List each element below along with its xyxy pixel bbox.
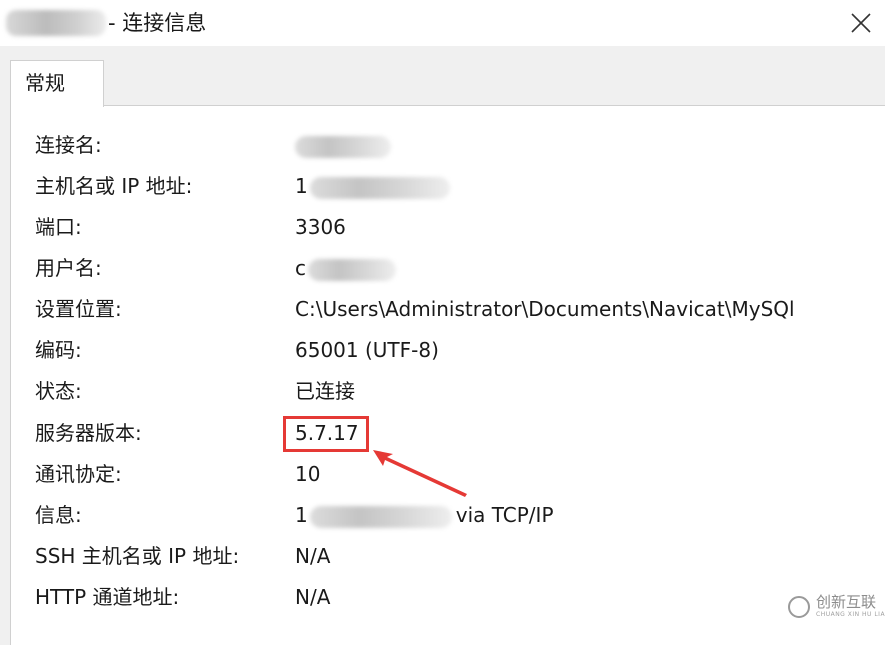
- redacted-value: [309, 176, 450, 199]
- ssh-host-value: N/A: [295, 544, 331, 568]
- row-ssh-host: SSH 主机名或 IP 地址: N/A: [11, 541, 885, 571]
- http-tunnel-value: N/A: [295, 585, 331, 609]
- tab-strip: 常规: [0, 46, 885, 107]
- username-label: 用户名:: [35, 256, 102, 280]
- status-value: 已连接: [295, 379, 355, 403]
- info-value: 1 via TCP/IP: [295, 503, 554, 528]
- redacted-value: [309, 505, 452, 528]
- redacted-connection-name: [6, 10, 106, 36]
- connection-name-value: [295, 130, 391, 160]
- encoding-label: 编码:: [35, 338, 82, 362]
- ssh-host-label: SSH 主机名或 IP 地址:: [35, 544, 240, 568]
- close-icon: [851, 13, 871, 33]
- username-value: c: [295, 253, 396, 283]
- row-info: 信息: 1 via TCP/IP: [11, 500, 885, 530]
- settings-location-value: C:\Users\Administrator\Documents\Navicat…: [295, 297, 795, 321]
- title-bar: - 连接信息: [0, 0, 885, 46]
- http-tunnel-label: HTTP 通道地址:: [35, 585, 180, 609]
- encoding-value: 65001 (UTF-8): [295, 338, 439, 362]
- close-button[interactable]: [840, 4, 882, 42]
- host-value: 1: [295, 171, 450, 201]
- watermark-subtext: CHUANG XIN HU LIAN: [816, 611, 885, 618]
- version-highlight-box: [283, 416, 369, 452]
- connection-name-label: 连接名:: [35, 133, 102, 157]
- watermark-text: 创新互联: [816, 593, 877, 611]
- redacted-value: [308, 258, 396, 281]
- host-label: 主机名或 IP 地址:: [35, 174, 193, 198]
- port-value: 3306: [295, 215, 346, 239]
- status-label: 状态:: [35, 379, 82, 403]
- tab-general-label: 常规: [25, 71, 65, 95]
- general-panel: 连接名: 主机名或 IP 地址: 1 端口: 3306 用户名: c 设置位置:…: [10, 105, 885, 645]
- row-encoding: 编码: 65001 (UTF-8): [11, 335, 885, 365]
- logo-icon: [788, 596, 810, 618]
- row-status: 状态: 已连接: [11, 376, 885, 406]
- tab-general[interactable]: 常规: [10, 60, 104, 107]
- row-username: 用户名: c: [11, 253, 885, 283]
- protocol-value: 10: [295, 462, 321, 486]
- row-http-tunnel: HTTP 通道地址: N/A: [11, 582, 885, 612]
- server-version-label: 服务器版本:: [35, 421, 142, 445]
- row-port: 端口: 3306: [11, 212, 885, 242]
- row-server-version: 服务器版本: 5.7.17: [11, 418, 885, 448]
- row-settings-location: 设置位置: C:\Users\Administrator\Documents\N…: [11, 294, 885, 324]
- protocol-label: 通讯协定:: [35, 462, 122, 486]
- settings-location-label: 设置位置:: [35, 297, 122, 321]
- info-label: 信息:: [35, 503, 82, 527]
- window-title: - 连接信息: [108, 11, 207, 35]
- redacted-value: [295, 135, 391, 158]
- port-label: 端口:: [35, 215, 82, 239]
- annotation-arrow: [373, 450, 467, 497]
- row-host: 主机名或 IP 地址: 1: [11, 171, 885, 201]
- watermark-logo: 创新互联 CHUANG XIN HU LIAN: [786, 590, 885, 626]
- row-connection-name: 连接名:: [11, 130, 885, 160]
